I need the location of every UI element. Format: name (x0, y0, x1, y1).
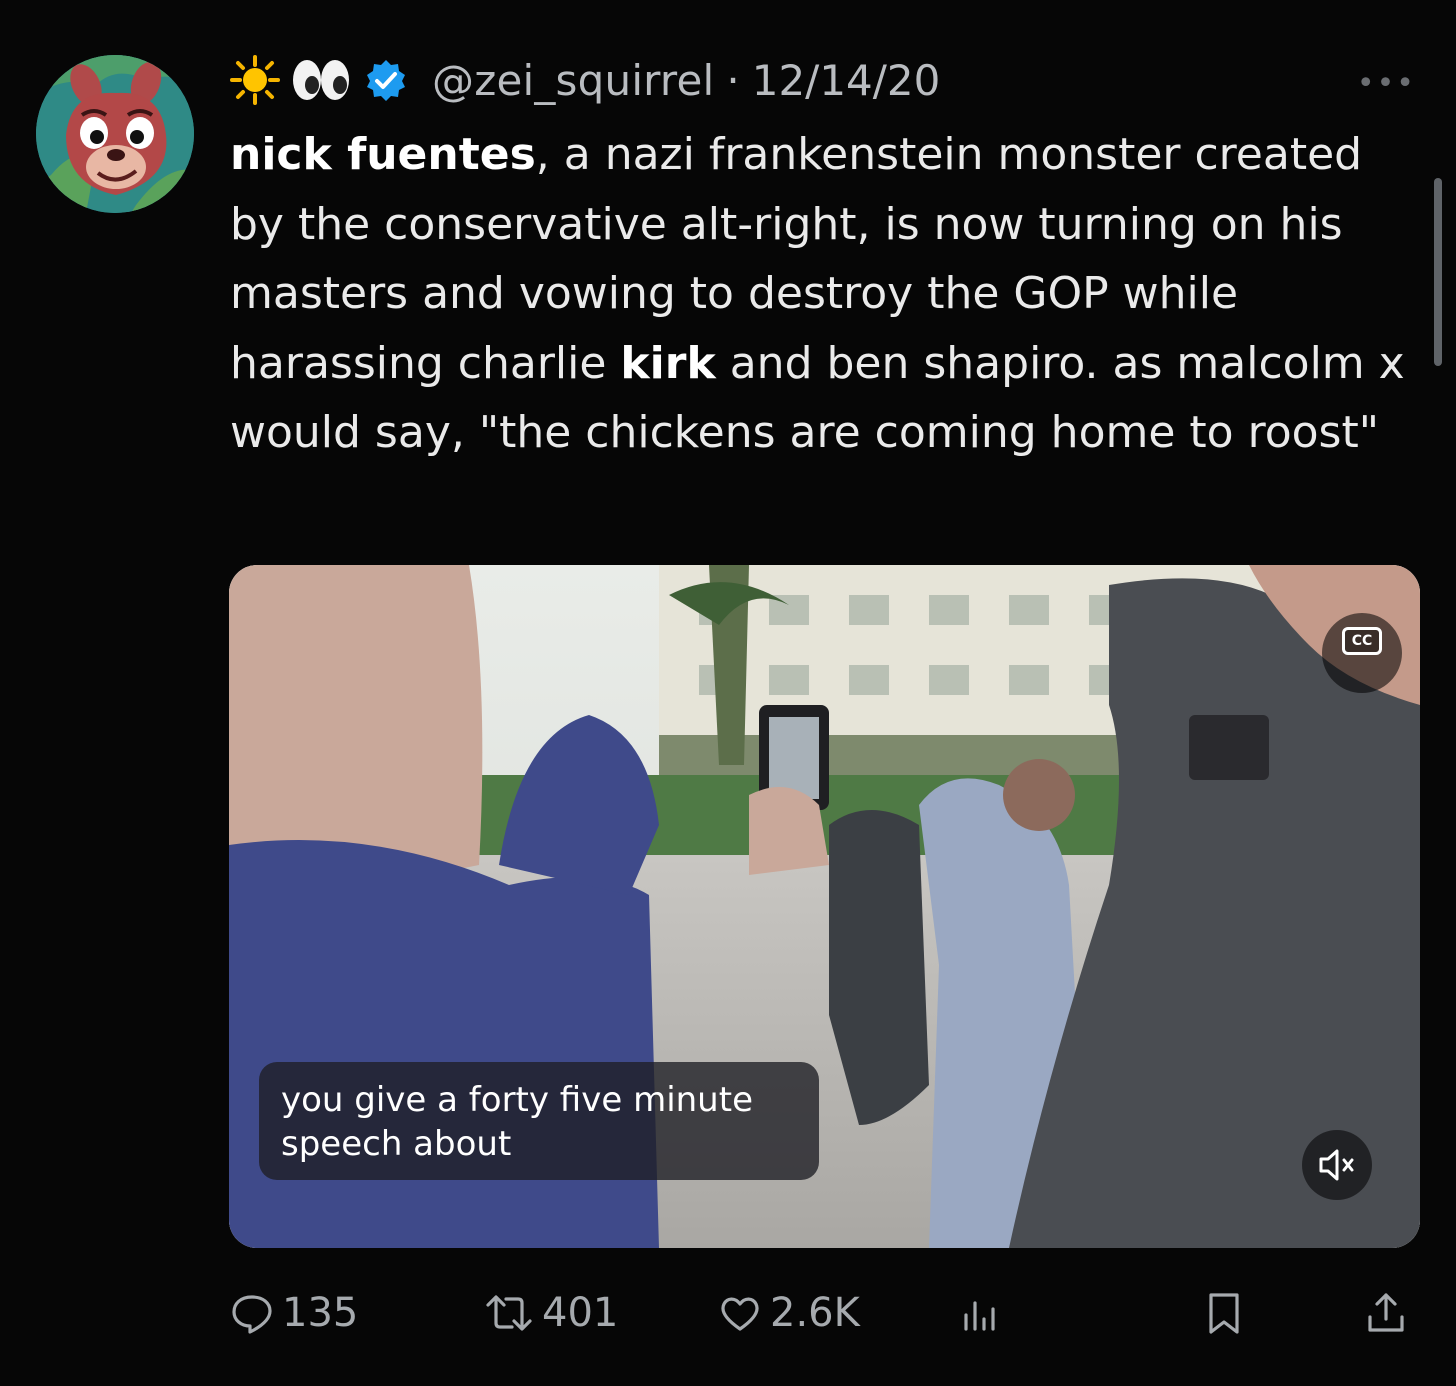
avatar[interactable] (36, 55, 194, 213)
reply-button[interactable]: 135 (228, 1283, 358, 1343)
like-button[interactable]: 2.6K (716, 1283, 860, 1343)
reply-count: 135 (282, 1290, 359, 1336)
tweet-actions: 135 401 2.6K (228, 1283, 1420, 1343)
repost-button[interactable]: 401 (482, 1283, 618, 1343)
sun-emoji-icon (230, 55, 280, 105)
like-count: 2.6K (770, 1290, 860, 1336)
video-player[interactable]: CC you give a forty five minute speech a… (229, 565, 1420, 1248)
tweet-text: nick fuentes, a nazi frankenstein monste… (230, 120, 1420, 468)
meta-separator: · (726, 55, 740, 105)
tweet: @zei_squirrel · 12/14/20 ••• nick fuente… (0, 0, 1456, 1386)
mention-bold-name: kirk (620, 337, 716, 389)
video-caption: you give a forty five minute speech abou… (259, 1062, 819, 1180)
speaker-muted-icon (1319, 1149, 1354, 1181)
reply-icon (232, 1295, 272, 1334)
repost-count: 401 (542, 1290, 619, 1336)
scrollbar[interactable] (1434, 178, 1442, 366)
views-chart-icon (964, 1301, 995, 1331)
caption-line: you give a forty five minute (281, 1080, 753, 1120)
verified-badge-icon (364, 58, 408, 102)
repost-icon (486, 1295, 532, 1331)
views-button[interactable] (956, 1283, 1004, 1343)
bookmark-icon (1209, 1293, 1239, 1334)
share-button[interactable] (1362, 1283, 1410, 1343)
caption-line: speech about (281, 1124, 512, 1164)
closed-captions-button[interactable]: CC (1342, 627, 1382, 655)
mute-button[interactable] (1302, 1130, 1372, 1200)
share-icon (1368, 1293, 1404, 1332)
heart-icon (721, 1297, 759, 1331)
bookmark-button[interactable] (1200, 1283, 1248, 1343)
eyes-emoji-icon (290, 55, 349, 105)
more-options-icon[interactable]: ••• (1357, 66, 1416, 101)
squirrel-avatar-icon (36, 55, 194, 213)
author-handle[interactable]: @zei_squirrel (432, 56, 714, 105)
mention-bold-name: nick fuentes (230, 129, 536, 180)
tweet-date[interactable]: 12/14/20 (752, 56, 941, 105)
tweet-header: @zei_squirrel · 12/14/20 (230, 50, 940, 110)
